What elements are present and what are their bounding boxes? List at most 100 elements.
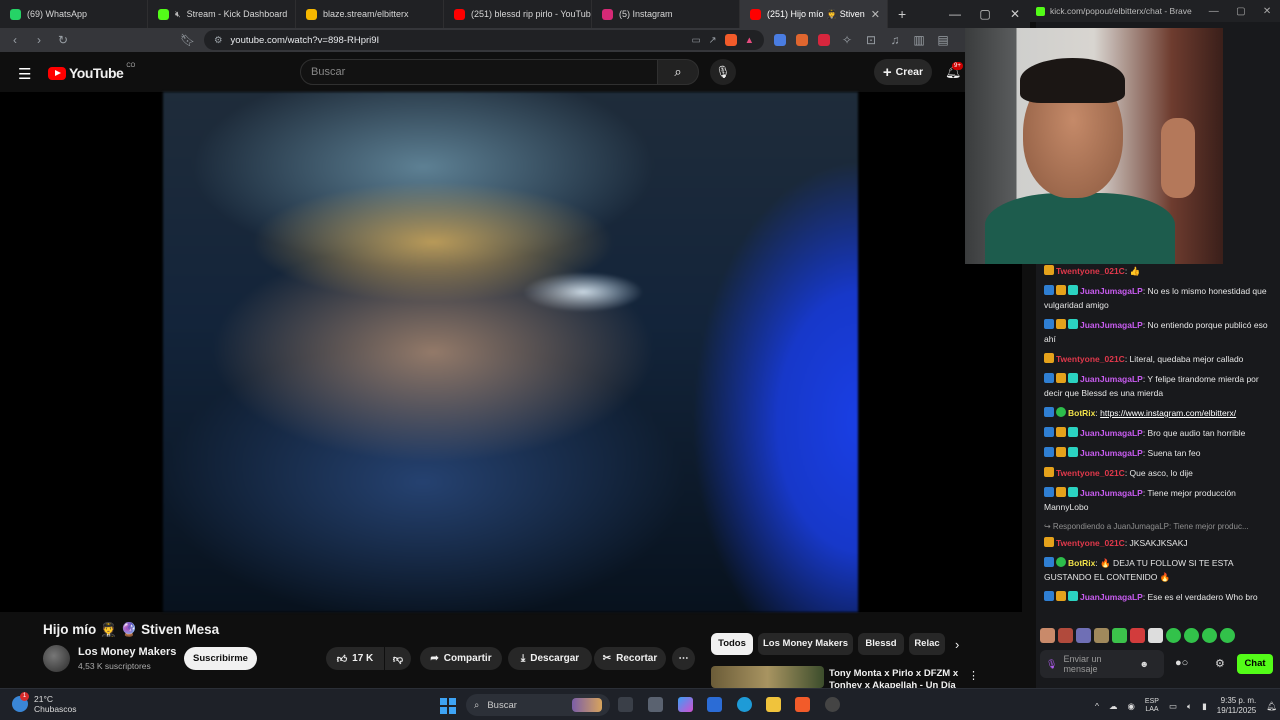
translate-extension-icon[interactable] <box>774 34 786 46</box>
chat-message-input[interactable]: 🎙︎ Enviar un mensaje ☻ <box>1040 650 1164 678</box>
chat-link[interactable]: https://www.instagram.com/elbitterx/ <box>1100 408 1236 418</box>
share-button[interactable]: ➦ Compartir <box>420 647 502 670</box>
chip-related[interactable]: Relac <box>909 633 945 655</box>
mic-icon[interactable]: 🎙︎ <box>1046 659 1057 669</box>
back-icon[interactable]: ‹ <box>8 33 22 47</box>
chat-username[interactable]: JuanJumagaLP <box>1080 488 1143 498</box>
edge-icon[interactable] <box>737 697 752 712</box>
taskbar-search[interactable]: ⌕ Buscar <box>466 694 610 716</box>
emote-icon[interactable] <box>1220 628 1235 643</box>
copilot-icon[interactable] <box>678 697 693 712</box>
related-video-thumbnail[interactable] <box>711 666 824 688</box>
emoji-icon[interactable]: ☻ <box>1139 659 1148 669</box>
emote-icon[interactable] <box>1112 628 1127 643</box>
chat-username[interactable]: JuanJumagaLP <box>1080 320 1143 330</box>
video-player[interactable] <box>0 92 1022 612</box>
sidebar-icon[interactable]: ▥ <box>912 33 926 47</box>
minimize-icon[interactable]: — <box>1209 6 1219 17</box>
send-chat-button[interactable]: Chat <box>1237 654 1273 674</box>
close-tab-icon[interactable]: ✕ <box>871 8 880 21</box>
emote-icon[interactable] <box>1202 628 1217 643</box>
related-video-title[interactable]: Tony Monta x Pirlo x DFZM x Tonhey x Aka… <box>829 668 961 688</box>
maximize-icon[interactable]: ▢ <box>1236 6 1245 17</box>
chat-username[interactable]: JuanJumagaLP <box>1080 374 1143 384</box>
forward-icon[interactable]: › <box>32 33 46 47</box>
chat-username[interactable]: Twentyone_021C <box>1056 468 1125 478</box>
steam-icon[interactable]: ◉ <box>1128 701 1135 712</box>
chat-username[interactable]: JuanJumagaLP <box>1080 448 1143 458</box>
maximize-icon[interactable]: ▢ <box>970 7 1000 21</box>
points-icon[interactable]: ●○ <box>1175 657 1188 669</box>
file-explorer-icon[interactable] <box>766 697 781 712</box>
emote-icon[interactable] <box>1148 628 1163 643</box>
brave-icon[interactable] <box>795 697 810 712</box>
chevron-up-icon[interactable]: ^ <box>1095 701 1099 711</box>
puzzle-icon[interactable]: ✧ <box>840 33 854 47</box>
chevron-right-icon[interactable]: › <box>955 637 959 652</box>
obs-icon[interactable] <box>825 697 840 712</box>
site-settings-icon[interactable]: ⚙︎ <box>214 35 223 46</box>
extension-icon[interactable] <box>818 34 830 46</box>
chat-username[interactable]: BotRix <box>1068 558 1095 568</box>
voice-search-button[interactable]: 🎙︎ <box>710 59 736 85</box>
chat-username[interactable]: JuanJumagaLP <box>1080 286 1143 296</box>
snipping-tool-icon[interactable] <box>648 697 663 712</box>
chat-username[interactable]: Twentyone_021C <box>1056 538 1125 548</box>
subscribe-button[interactable]: Suscribirme <box>184 647 257 670</box>
channel-name[interactable]: Los Money Makers <box>78 646 176 658</box>
emote-icon[interactable] <box>1094 628 1109 643</box>
more-actions-button[interactable]: ⋯ <box>672 647 695 670</box>
reload-icon[interactable]: ↻ <box>56 33 70 47</box>
task-view-icon[interactable] <box>618 697 633 712</box>
chip-channel[interactable]: Los Money Makers <box>758 633 853 655</box>
clock[interactable]: 9:35 p. m. 19/11/2025 <box>1217 696 1256 716</box>
channel-avatar[interactable] <box>43 645 70 672</box>
reply-context[interactable]: ↪ Respondiendo a JuanJumagaLP: Tiene mej… <box>1044 520 1270 534</box>
extension-icon[interactable] <box>796 34 808 46</box>
emote-icon[interactable] <box>1130 628 1145 643</box>
brave-shield-icon[interactable] <box>724 34 737 46</box>
close-window-icon[interactable]: ✕ <box>1000 7 1030 21</box>
tab-search-icon[interactable]: ⊡ <box>864 33 878 47</box>
create-button[interactable]: + Crear <box>874 59 932 85</box>
weather-widget[interactable]: 1 21°C Chubascos <box>12 692 77 714</box>
brave-rewards-icon[interactable]: ▲ <box>745 35 754 46</box>
chat-username[interactable]: BotRix <box>1068 408 1095 418</box>
windows-start-icon[interactable] <box>440 698 456 714</box>
bookmark-icon[interactable]: 🔖︎ <box>180 33 195 47</box>
screen-icon[interactable]: ▭ <box>692 35 701 46</box>
url-bar[interactable]: ⚙︎ youtube.com/watch?v=898-RHpri9I ▭ ↗ ▲ <box>204 30 764 50</box>
notification-icon[interactable]: 🔔︎ <box>1266 701 1277 712</box>
chat-username[interactable]: JuanJumagaLP <box>1080 428 1143 438</box>
language-indicator[interactable]: ESP LAA <box>1145 698 1159 714</box>
chat-username[interactable]: JuanJumagaLP <box>1080 592 1143 602</box>
emote-icon[interactable] <box>1058 628 1073 643</box>
emote-icon[interactable] <box>1166 628 1181 643</box>
settings-icon[interactable]: ⚙︎ <box>1215 657 1225 670</box>
music-icon[interactable]: ♫ <box>888 33 902 47</box>
menu-icon[interactable]: ☰ <box>18 65 31 83</box>
chat-username[interactable]: Twentyone_021C <box>1056 354 1125 364</box>
store-icon[interactable] <box>707 697 722 712</box>
close-window-icon[interactable]: ✕ <box>1263 6 1271 17</box>
browser-tab[interactable]: (69) WhatsApp <box>0 0 148 28</box>
emote-icon[interactable] <box>1076 628 1091 643</box>
like-button[interactable]: 👍︎ 17 K <box>326 647 384 670</box>
browser-tab[interactable]: (5) Instagram <box>592 0 740 28</box>
clip-button[interactable]: ✂ Recortar <box>594 647 666 670</box>
search-input[interactable]: Buscar <box>300 59 658 85</box>
new-tab-button[interactable]: + <box>888 6 916 22</box>
youtube-logo[interactable]: YouTube CO <box>48 63 135 81</box>
share-page-icon[interactable]: ↗ <box>709 35 717 46</box>
chat-username[interactable]: Twentyone_021C <box>1056 266 1125 276</box>
chip-blessd[interactable]: Blessd <box>858 633 904 655</box>
network-icon[interactable]: ▭ <box>1169 701 1177 712</box>
browser-tab-active[interactable]: (251) Hijo mío 🧑‍✈️ Stiven ✕ <box>740 0 888 28</box>
emote-icon[interactable] <box>1184 628 1199 643</box>
browser-tab[interactable]: (251) blessd rip pirlo - YouTube <box>444 0 592 28</box>
browser-tab[interactable]: blaze.stream/elbitterx <box>296 0 444 28</box>
battery-icon[interactable]: ▮ <box>1202 701 1207 712</box>
emote-icon[interactable] <box>1040 628 1055 643</box>
chip-all[interactable]: Todos <box>711 633 753 655</box>
browser-tab[interactable]: 🔇︎ Stream - Kick Dashboard <box>148 0 296 28</box>
